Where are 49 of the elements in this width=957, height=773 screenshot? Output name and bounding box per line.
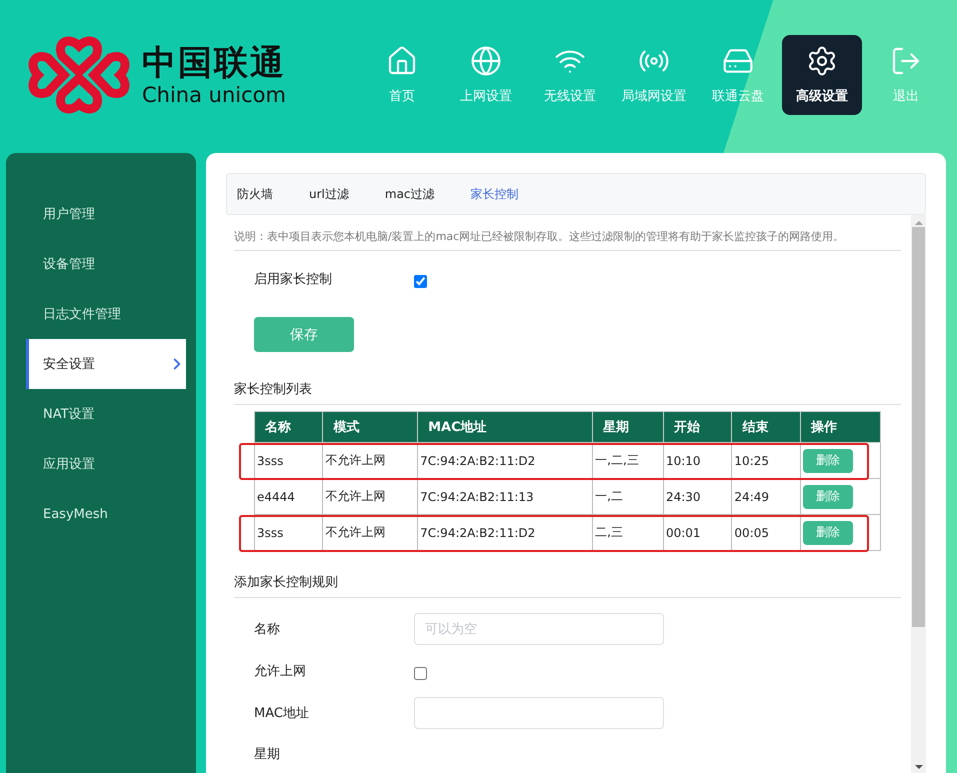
sidebar-item[interactable]: EasyMesh: [26, 489, 186, 539]
logo-knot-icon: [26, 34, 132, 116]
nav-item[interactable]: 高级设置: [782, 35, 862, 115]
sidebar-item[interactable]: 安全设置: [26, 339, 186, 389]
table-cell: 一,二: [592, 478, 664, 514]
column-header: 星期: [592, 412, 664, 442]
table-cell: 不允许上网: [322, 478, 418, 514]
table-cell: 不允许上网: [322, 442, 418, 478]
field-label: 启用家长控制: [254, 271, 333, 288]
enable-checkbox[interactable]: [414, 274, 427, 288]
input-field[interactable]: [414, 697, 664, 729]
table-cell: 7C:94:2A:B2:11:13: [418, 478, 593, 514]
sidebar-item[interactable]: 日志文件管理: [26, 289, 186, 339]
table-cell: 不允许上网: [322, 514, 418, 550]
sidebar-item[interactable]: NAT设置: [26, 389, 186, 439]
sidebar-item[interactable]: 应用设置: [26, 439, 186, 489]
section-title: 家长控制列表: [234, 352, 901, 405]
tab[interactable]: mac过滤: [384, 186, 435, 202]
brand-name: 中国联通: [142, 43, 286, 83]
logout-icon: [890, 45, 922, 77]
tab[interactable]: url过滤: [309, 186, 349, 202]
column-header: 模式: [322, 412, 418, 442]
field-label: 名称: [254, 621, 281, 638]
column-header: MAC地址: [418, 412, 593, 442]
scrollbar[interactable]: [911, 215, 926, 773]
home-icon: [386, 45, 418, 77]
column-header: 开始: [663, 412, 732, 442]
settings-icon: [806, 45, 838, 77]
column-header: 名称: [254, 412, 323, 442]
brand-latin-name: China unicom: [142, 83, 286, 107]
column-header: 结束: [732, 412, 800, 442]
globe-icon: [470, 45, 502, 77]
sidebar-item[interactable]: 用户管理: [26, 189, 186, 239]
table-cell: 一,二,三: [592, 442, 664, 478]
column-header: 操作: [800, 412, 880, 442]
allow-checkbox[interactable]: [414, 666, 427, 680]
tab[interactable]: 防火墙: [237, 186, 273, 202]
table-cell: 24:30: [663, 478, 732, 514]
table-cell: e4444: [254, 478, 323, 514]
section-title: 添加家长控制规则: [234, 551, 901, 598]
field-label: MAC地址: [254, 705, 310, 722]
input-field[interactable]: 可以为空: [414, 613, 664, 645]
table-cell: 二,三: [592, 514, 664, 550]
field-label: 允许上网: [254, 663, 307, 680]
table-cell: 24:49: [732, 478, 800, 514]
description-text: 说明：表中项目表示您本机电脑/装置上的mac网址已经被限制存取。这些过滤限制的管理将有助于家长监控孩子的网路使用。: [234, 215, 901, 251]
tab[interactable]: 家长控制: [470, 186, 519, 202]
field-label: 星期: [254, 746, 281, 763]
sidebar-item[interactable]: 设备管理: [26, 239, 186, 289]
